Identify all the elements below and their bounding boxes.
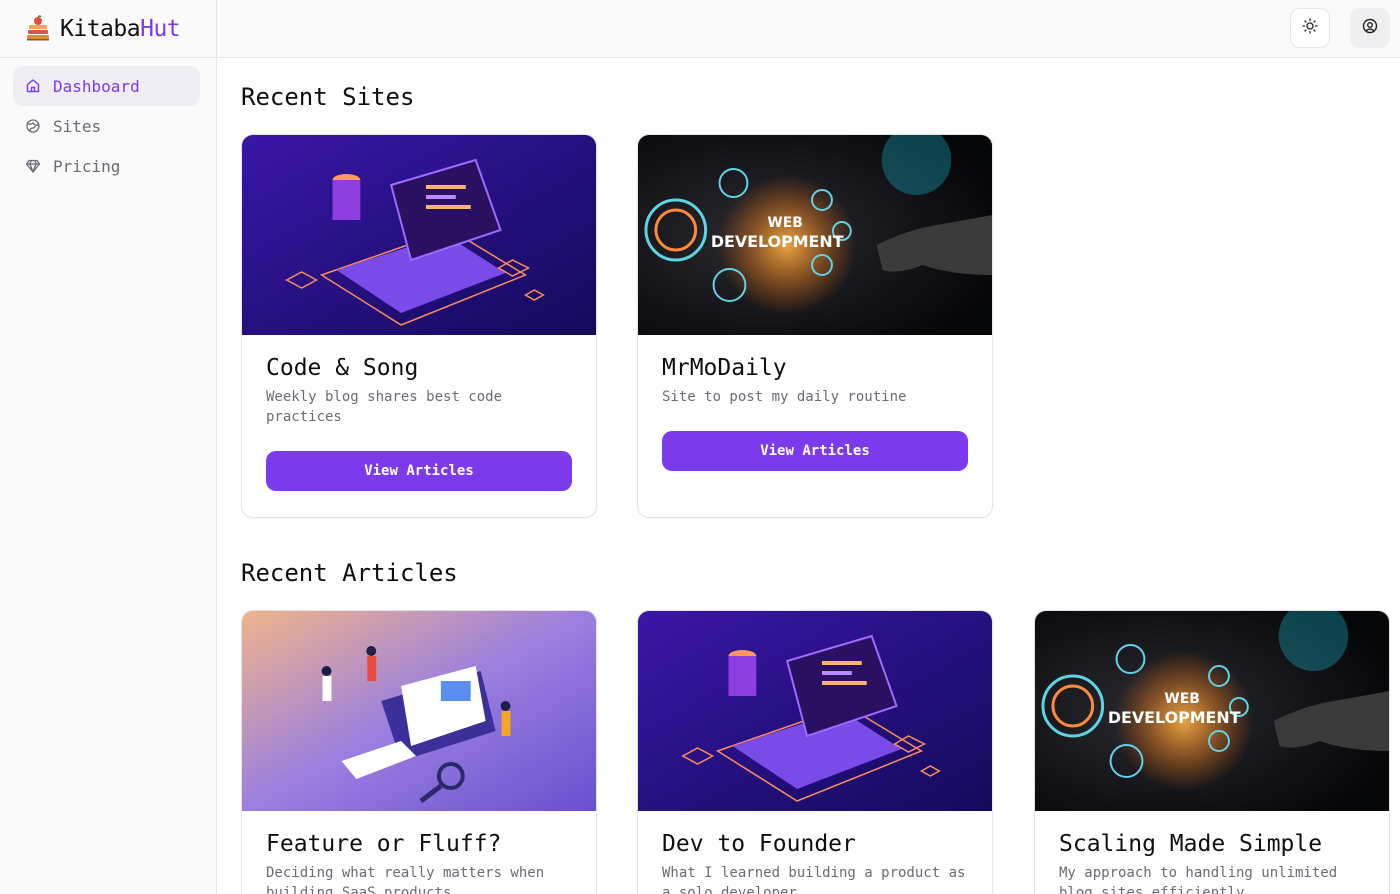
web-development-illustration-image: WEB DEVELOPMENT: [1035, 611, 1389, 811]
sidebar-item-label: Sites: [53, 116, 102, 136]
site-card: WEB DEVELOPMENT MrMoDaily Site to post m…: [637, 134, 993, 518]
article-card[interactable]: Feature or Fluff? Deciding what really m…: [241, 610, 597, 894]
sidebar-item-label: Pricing: [53, 156, 121, 176]
article-description: What I learned building a product as a s…: [662, 865, 966, 894]
recent-articles-heading: Recent Articles: [241, 559, 458, 587]
site-description: Weekly blog shares best code practices: [266, 389, 503, 425]
sidebar-item-dashboard[interactable]: Dashboard: [13, 66, 200, 106]
top-bar: [217, 0, 1400, 58]
recent-sites-heading: Recent Sites: [241, 83, 415, 111]
article-description: My approach to handling unlimited blog s…: [1059, 865, 1338, 894]
svg-text:WEB: WEB: [767, 215, 802, 231]
sidebar-item-sites[interactable]: Sites: [13, 106, 200, 146]
site-title: Code & Song: [266, 355, 419, 381]
home-icon: [25, 78, 41, 94]
book-stack-logo-icon: [24, 14, 52, 43]
brand-name: KitabaHut: [60, 15, 181, 42]
laptop-illustration-image: [638, 611, 992, 811]
main-content: Recent Sites Code & Song Weekly blog sha…: [241, 58, 1400, 894]
article-title: Dev to Founder: [662, 831, 856, 857]
web-development-illustration-image: WEB DEVELOPMENT: [638, 135, 992, 335]
sidebar-item-pricing[interactable]: Pricing: [13, 146, 200, 186]
article-card[interactable]: Dev to Founder What I learned building a…: [637, 610, 993, 894]
article-title: Scaling Made Simple: [1059, 831, 1323, 857]
article-card[interactable]: WEB DEVELOPMENT Scaling Made Simple My a…: [1034, 610, 1390, 894]
view-articles-button[interactable]: View Articles: [266, 451, 572, 491]
sidebar-item-label: Dashboard: [53, 76, 140, 96]
sidebar: KitabaHut Dashboard Sites Pricing: [0, 0, 217, 894]
site-title: MrMoDaily: [662, 355, 787, 381]
svg-text:DEVELOPMENT: DEVELOPMENT: [711, 232, 844, 251]
site-description: Site to post my daily routine: [662, 389, 907, 405]
team-collaboration-illustration-image: [242, 611, 596, 811]
sun-icon: [1301, 17, 1319, 39]
site-card: Code & Song Weekly blog shares best code…: [241, 134, 597, 518]
laptop-illustration-image: [242, 135, 596, 335]
diamond-icon: [25, 158, 41, 174]
user-circle-icon: [1361, 17, 1379, 39]
theme-toggle-button[interactable]: [1290, 8, 1330, 48]
brand[interactable]: KitabaHut: [0, 0, 216, 58]
sidebar-nav: Dashboard Sites Pricing: [0, 58, 216, 186]
article-title: Feature or Fluff?: [266, 831, 502, 857]
view-articles-button[interactable]: View Articles: [662, 431, 968, 471]
globe-icon: [25, 118, 41, 134]
user-menu-button[interactable]: [1350, 8, 1390, 48]
svg-text:WEB: WEB: [1164, 691, 1199, 707]
svg-text:DEVELOPMENT: DEVELOPMENT: [1108, 708, 1241, 727]
article-description: Deciding what really matters when buildi…: [266, 865, 545, 894]
